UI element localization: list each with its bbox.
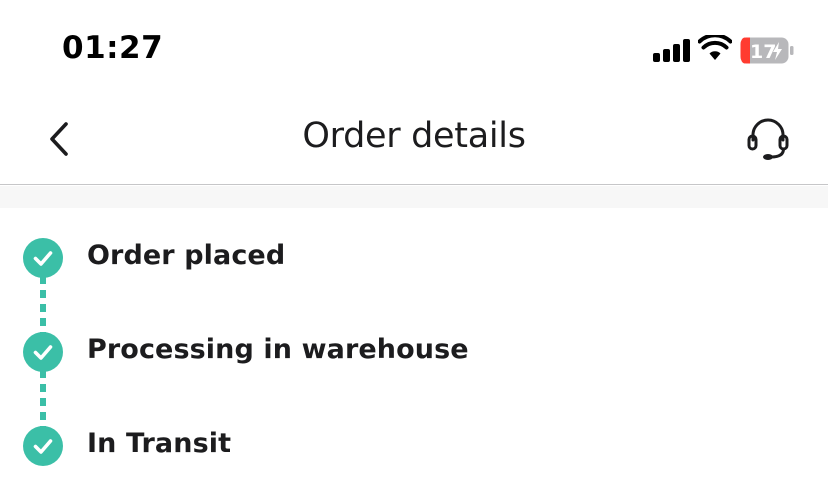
customer-support-button[interactable] (744, 116, 792, 164)
battery-icon: 17 (740, 37, 794, 64)
section-divider (0, 186, 828, 208)
status-bar: 01:27 17 (0, 0, 828, 96)
page-title: Order details (302, 116, 526, 156)
step-label: Order placed (87, 240, 286, 271)
timeline-step-order-placed: Order placed (0, 228, 828, 288)
headset-icon (747, 118, 789, 160)
step-label: Processing in warehouse (87, 334, 469, 365)
status-time: 01:27 (62, 30, 164, 66)
timeline-step-in-transit: In Transit (0, 416, 828, 476)
check-circle-icon (23, 238, 63, 278)
order-status-timeline: Order placed Processing in warehouse In … (0, 208, 828, 484)
battery-level-text: 17 (750, 41, 776, 63)
check-circle-icon (23, 332, 63, 372)
cellular-signal-icon (653, 38, 691, 62)
wifi-icon (698, 35, 732, 60)
nav-bar: Order details (0, 96, 828, 185)
step-label: In Transit (87, 428, 232, 459)
check-circle-icon (23, 426, 63, 466)
timeline-step-processing: Processing in warehouse (0, 322, 828, 382)
